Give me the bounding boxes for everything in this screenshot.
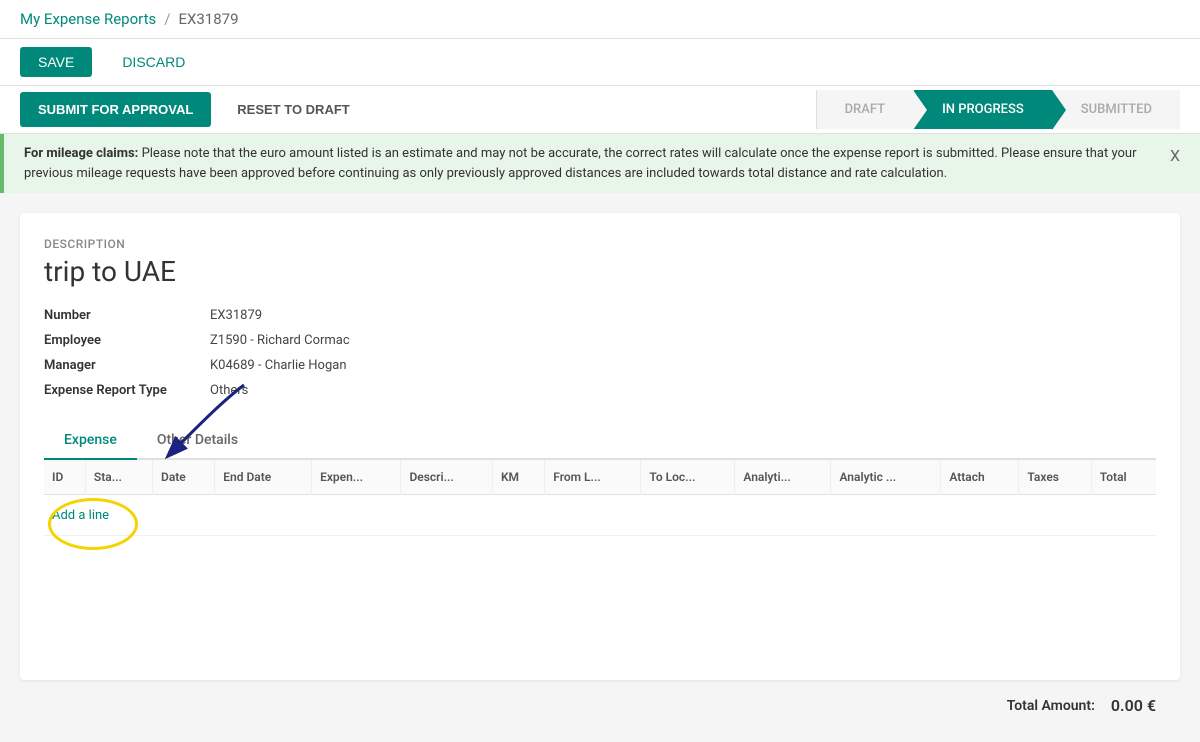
info-banner-text: For mileage claims: Please note that the… [24,144,1154,183]
main-content: Description trip to UAE Number EX31879 E… [0,193,1200,739]
field-label-employee: Employee [44,333,194,348]
spacer [44,536,1156,656]
form-title[interactable]: trip to UAE [44,255,1156,288]
breadcrumb-separator: / [164,10,170,28]
col-expense-type: Expen... [312,460,401,495]
col-end-date: End Date [215,460,312,495]
expense-table: ID Sta... Date End Date Expen... Descri.… [44,460,1156,536]
discard-button[interactable]: DISCARD [104,47,203,77]
col-km: KM [492,460,544,495]
reset-to-draft-button[interactable]: RESET TO DRAFT [219,92,367,127]
field-label-expense-type: Expense Report Type [44,383,194,398]
table-container: ID Sta... Date End Date Expen... Descri.… [44,460,1156,536]
breadcrumb: My Expense Reports / EX31879 [20,10,239,28]
submit-for-approval-button[interactable]: SUBMIT FOR APPROVAL [20,92,211,127]
table-header-row: ID Sta... Date End Date Expen... Descri.… [44,460,1156,495]
info-banner-close[interactable]: X [1170,144,1180,168]
description-label: Description [44,237,1156,251]
add-line-row: Add a line [44,495,1156,536]
save-button[interactable]: SAVE [20,47,92,77]
top-bar: My Expense Reports / EX31879 [0,0,1200,39]
col-to-loc: To Loc... [641,460,735,495]
field-value-expense-type: Others [210,383,544,398]
form-card: Description trip to UAE Number EX31879 E… [20,213,1180,680]
field-value-number: EX31879 [210,308,544,323]
add-line-link[interactable]: Add a line [52,508,109,523]
step-submitted: SUBMITTED [1052,90,1180,129]
col-description: Descri... [401,460,492,495]
tab-other-details[interactable]: Other Details [137,422,258,460]
step-in-progress: IN PROGRESS [913,90,1052,129]
col-id: ID [44,460,85,495]
col-status: Sta... [85,460,152,495]
tabs: Expense Other Details [44,422,1156,460]
total-row: Total Amount: 0.00 € [20,680,1180,719]
breadcrumb-parent[interactable]: My Expense Reports [20,10,156,28]
action-bar: SAVE DISCARD [0,39,1200,86]
col-attach: Attach [941,460,1019,495]
field-label-manager: Manager [44,358,194,373]
col-from-loc: From L... [545,460,641,495]
breadcrumb-current: EX31879 [178,10,238,28]
field-value-employee: Z1590 - Richard Cormac [210,333,544,348]
info-banner: For mileage claims: Please note that the… [0,134,1200,193]
field-label-number: Number [44,308,194,323]
status-bar: SUBMIT FOR APPROVAL RESET TO DRAFT DRAFT… [0,86,1200,134]
col-date: Date [153,460,215,495]
total-value: 0.00 € [1111,696,1156,715]
col-taxes: Taxes [1019,460,1091,495]
add-line-cell: Add a line [44,495,1156,536]
col-total: Total [1091,460,1156,495]
status-steps: DRAFT IN PROGRESS SUBMITTED [816,90,1180,129]
tab-expense[interactable]: Expense [44,422,137,460]
form-fields: Number EX31879 Employee Z1590 - Richard … [44,308,544,398]
col-analytic2: Analytic ... [831,460,941,495]
field-value-manager: K04689 - Charlie Hogan [210,358,544,373]
col-analytic1: Analyti... [735,460,831,495]
total-label: Total Amount: [1007,698,1095,714]
step-draft: DRAFT [816,90,914,129]
